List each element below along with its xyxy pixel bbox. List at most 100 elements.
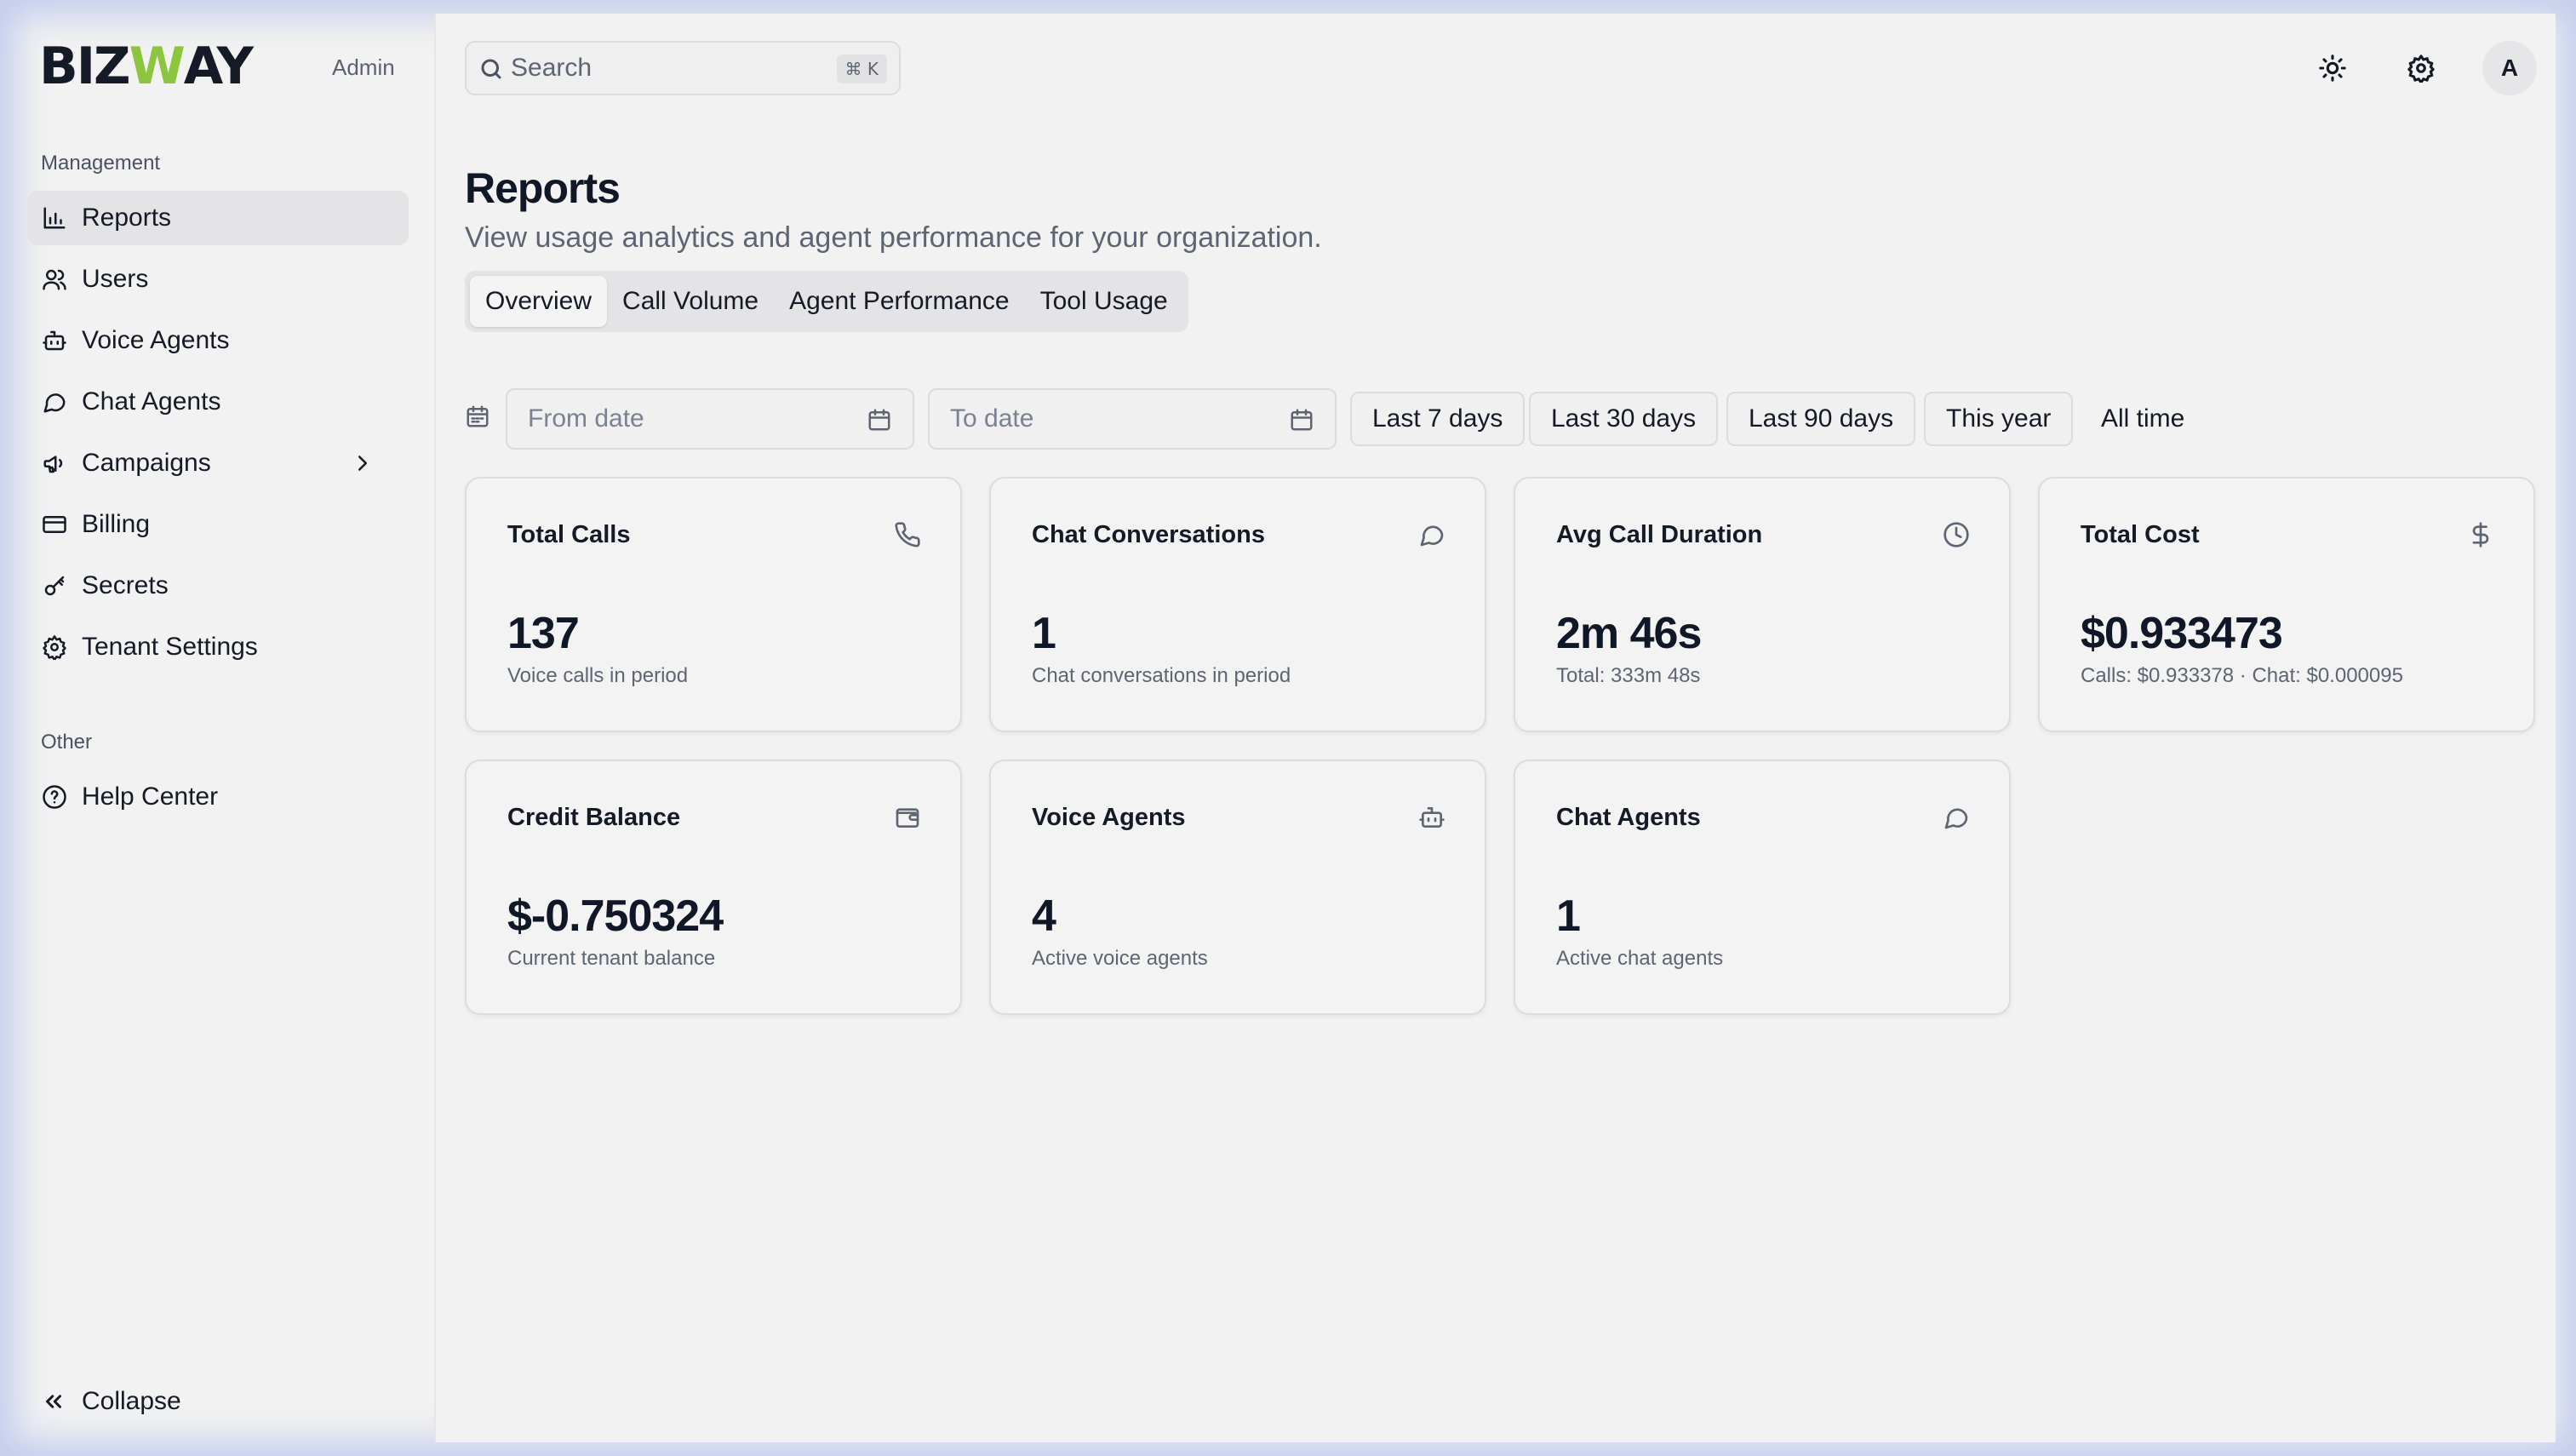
bot-icon xyxy=(1418,804,1445,835)
card-title: Total Calls xyxy=(507,521,631,548)
sidebar-item-label: Secrets xyxy=(82,571,169,599)
card-description: Total: 333m 48s xyxy=(1556,664,1701,687)
sidebar-item-label: Reports xyxy=(82,203,172,232)
sidebar-item-billing[interactable]: Billing xyxy=(27,497,409,552)
gear-icon xyxy=(41,633,68,661)
sidebar-item-label: Campaigns xyxy=(82,449,211,477)
sidebar-item-label: Chat Agents xyxy=(82,387,221,416)
dollar-icon xyxy=(2467,521,2494,553)
card-title: Chat Agents xyxy=(1556,804,1701,831)
sidebar-item-chat-agents[interactable]: Chat Agents xyxy=(27,375,409,429)
key-icon xyxy=(41,572,68,599)
range-all-time-button[interactable]: All time xyxy=(2079,392,2207,446)
section-label-management: Management xyxy=(41,152,161,175)
stat-card-voice-agents: Voice Agents 4 Active voice agents xyxy=(989,760,1486,1015)
page-title: Reports xyxy=(465,164,621,212)
chat-bubble-icon xyxy=(41,388,68,416)
chevrons-left-icon xyxy=(46,1395,61,1408)
card-description: Active chat agents xyxy=(1556,947,1724,970)
stat-card-credit-balance: Credit Balance $-0.750324 Current tenant… xyxy=(465,760,962,1015)
search-icon xyxy=(478,56,504,89)
sidebar-item-users[interactable]: Users xyxy=(27,252,409,307)
to-date-input[interactable]: To date xyxy=(928,388,1337,450)
settings-button[interactable] xyxy=(2394,41,2448,95)
report-tabs: Overview Call Volume Agent Performance T… xyxy=(465,271,1188,332)
card-value: 137 xyxy=(507,609,580,658)
sidebar-item-help-center[interactable]: Help Center xyxy=(27,770,409,824)
users-icon xyxy=(41,266,68,293)
calendar-icon xyxy=(867,407,892,439)
help-circle-icon xyxy=(41,783,68,811)
sun-icon xyxy=(2319,54,2346,82)
sidebar-item-label: Help Center xyxy=(82,782,219,811)
stat-card-chat-conversations: Chat Conversations 1 Chat conversations … xyxy=(989,477,1486,732)
chat-bubble-icon xyxy=(1418,521,1445,553)
card-value: 1 xyxy=(1556,891,1581,941)
card-title: Total Cost xyxy=(2081,521,2200,548)
sidebar-item-label: Voice Agents xyxy=(82,326,230,354)
main-panel: Search ⌘ K A Reports View usage analytic… xyxy=(434,14,2556,1442)
chevron-right-icon xyxy=(349,450,376,477)
collapse-button[interactable]: Collapse xyxy=(41,1376,181,1427)
collapse-label: Collapse xyxy=(82,1387,181,1415)
theme-toggle-button[interactable] xyxy=(2305,41,2360,95)
from-date-input[interactable]: From date xyxy=(506,388,914,450)
page-subtitle: View usage analytics and agent performan… xyxy=(465,221,1322,254)
bar-chart-icon xyxy=(41,204,68,232)
stat-card-chat-agents: Chat Agents 1 Active chat agents xyxy=(1514,760,2011,1015)
search-input[interactable]: Search ⌘ K xyxy=(465,41,901,95)
stat-card-total-calls: Total Calls 137 Voice calls in period xyxy=(465,477,962,732)
card-value: $0.933473 xyxy=(2081,609,2283,658)
card-description: Voice calls in period xyxy=(507,664,689,687)
range-last-7-days-button[interactable]: Last 7 days xyxy=(1350,392,1526,446)
bot-icon xyxy=(41,327,68,354)
logo-text-biz: BIZ xyxy=(39,37,131,96)
phone-icon xyxy=(894,521,921,553)
avatar[interactable]: A xyxy=(2482,41,2537,95)
card-value: 1 xyxy=(1032,609,1056,658)
card-description: Calls: $0.933378 · Chat: $0.000095 xyxy=(2081,664,2403,687)
sidebar-item-label: Tenant Settings xyxy=(82,633,258,661)
sidebar-item-reports[interactable]: Reports xyxy=(27,191,409,245)
card-title: Avg Call Duration xyxy=(1556,521,1763,548)
section-label-other: Other xyxy=(41,731,93,754)
megaphone-icon xyxy=(41,450,68,477)
range-this-year-button[interactable]: This year xyxy=(1924,392,2074,446)
calendar-icon xyxy=(465,404,490,433)
sidebar-item-voice-agents[interactable]: Voice Agents xyxy=(27,313,409,368)
from-date-placeholder: From date xyxy=(528,404,644,433)
card-description: Current tenant balance xyxy=(507,947,716,970)
app-window: BIZ W AY Admin Management Reports Users Vo… xyxy=(0,0,2576,1456)
role-label: Admin xyxy=(332,54,395,80)
search-shortcut-badge: ⌘ K xyxy=(836,54,887,83)
clock-icon xyxy=(1943,521,1970,553)
brand-logo[interactable]: BIZ W AY xyxy=(39,37,254,96)
logo-text-w: W xyxy=(129,37,186,96)
sidebar-item-secrets[interactable]: Secrets xyxy=(27,559,409,613)
to-date-placeholder: To date xyxy=(950,404,1034,433)
wallet-icon xyxy=(894,804,921,835)
tab-overview[interactable]: Overview xyxy=(470,276,608,327)
gear-icon xyxy=(2407,54,2435,83)
card-title: Credit Balance xyxy=(507,804,681,831)
tab-call-volume[interactable]: Call Volume xyxy=(607,276,774,327)
range-last-30-days-button[interactable]: Last 30 days xyxy=(1529,392,1719,446)
tab-tool-usage[interactable]: Tool Usage xyxy=(1025,276,1183,327)
sidebar-item-label: Users xyxy=(82,265,149,293)
card-title: Chat Conversations xyxy=(1032,521,1265,548)
card-value: $-0.750324 xyxy=(507,891,724,941)
card-description: Chat conversations in period xyxy=(1032,664,1291,687)
card-description: Active voice agents xyxy=(1032,947,1208,970)
chat-bubble-icon xyxy=(1943,804,1970,835)
tab-agent-performance[interactable]: Agent Performance xyxy=(774,276,1024,327)
credit-card-icon xyxy=(41,511,68,538)
range-last-90-days-button[interactable]: Last 90 days xyxy=(1726,392,1916,446)
logo-text-ay: AY xyxy=(183,37,254,96)
sidebar: BIZ W AY Admin Management Reports Users Vo… xyxy=(0,0,434,1456)
sidebar-item-campaigns[interactable]: Campaigns xyxy=(27,436,409,490)
card-title: Voice Agents xyxy=(1032,804,1186,831)
sidebar-item-tenant-settings[interactable]: Tenant Settings xyxy=(27,620,409,674)
search-placeholder: Search xyxy=(511,54,592,82)
stat-card-total-cost: Total Cost $0.933473 Calls: $0.933378 · … xyxy=(2038,477,2535,732)
card-value: 4 xyxy=(1032,891,1056,941)
